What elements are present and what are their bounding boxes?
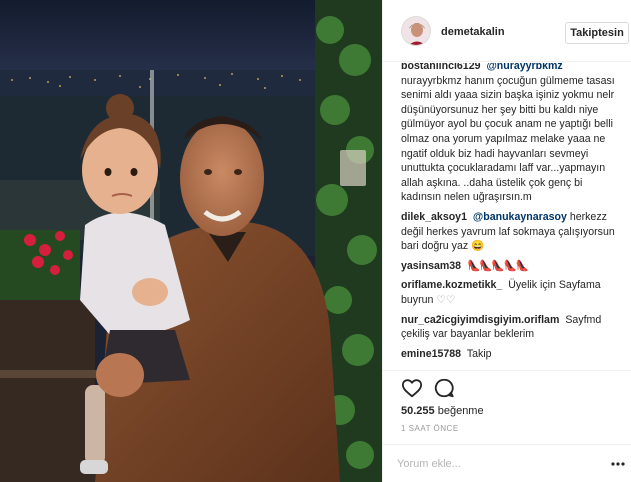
avatar-icon[interactable] <box>401 16 431 46</box>
post-timestamp[interactable]: 1 SAAT ÖNCE <box>401 424 459 433</box>
post-photo[interactable] <box>0 0 382 482</box>
comment-item: bostanlinci6129 @nurayyrbkmz nurayyrbkmz… <box>401 63 618 205</box>
comment-item: nur_ca2icgiyimdisgiyim.oriflam Sayfmd çe… <box>401 313 618 342</box>
comment-item: emine15788 Takip <box>401 347 618 362</box>
comment-input[interactable] <box>397 454 597 474</box>
add-comment-bar <box>383 444 631 482</box>
post-header: demetakalin Takiptesin <box>383 0 631 62</box>
comment-item: oriflame.kozmetikk_ Üyelik için Sayfama … <box>401 278 618 307</box>
photo-image <box>0 0 382 482</box>
comment-username[interactable]: emine15788 <box>401 348 461 360</box>
comment-text: Takip <box>466 347 492 360</box>
smile-emoji-icon: 😄 <box>471 240 485 253</box>
comment-username[interactable]: oriflame.kozmetikk_ <box>401 279 502 291</box>
hearts-emoji-icon: ♡♡ <box>436 293 456 306</box>
follow-button[interactable]: Takiptesin <box>565 22 629 44</box>
comment-username[interactable]: nur_ca2icgiyimdisgiyim.oriflam <box>401 314 559 326</box>
comment-mention[interactable]: @banukaynarasoy <box>473 211 567 223</box>
likes-count[interactable]: 50.255 beğenme <box>401 405 484 417</box>
likes-number: 50.255 <box>401 405 435 417</box>
more-options-icon[interactable] <box>611 457 625 471</box>
comment-text: nurayyrbkmz hanım çocuğun gülmeme tasası… <box>401 74 615 204</box>
comment-item: yasinsam38 👠👠👠👠👠 <box>401 259 618 274</box>
comment-mention[interactable]: @nurayyrbkmz <box>486 63 562 72</box>
high-heels-emoji-icon: 👠👠👠👠👠 <box>467 259 529 272</box>
post-side-panel: demetakalin Takiptesin bostanlinci6129 @… <box>382 0 631 482</box>
comment-username[interactable]: dilek_aksoy1 <box>401 211 467 223</box>
heart-icon[interactable] <box>401 377 423 399</box>
likes-label: beğenme <box>437 405 484 417</box>
comment-item: dilek_aksoy1 @banukaynarasoy herkezz değ… <box>401 210 618 254</box>
comment-username[interactable]: yasinsam38 <box>401 260 461 272</box>
post-author-username[interactable]: demetakalin <box>441 26 505 38</box>
comment-username[interactable]: bostanlinci6129 <box>401 63 480 72</box>
comments-list[interactable]: bostanlinci6129 @nurayyrbkmz nurayyrbkmz… <box>383 63 631 370</box>
comment-bubble-icon[interactable] <box>433 377 455 399</box>
